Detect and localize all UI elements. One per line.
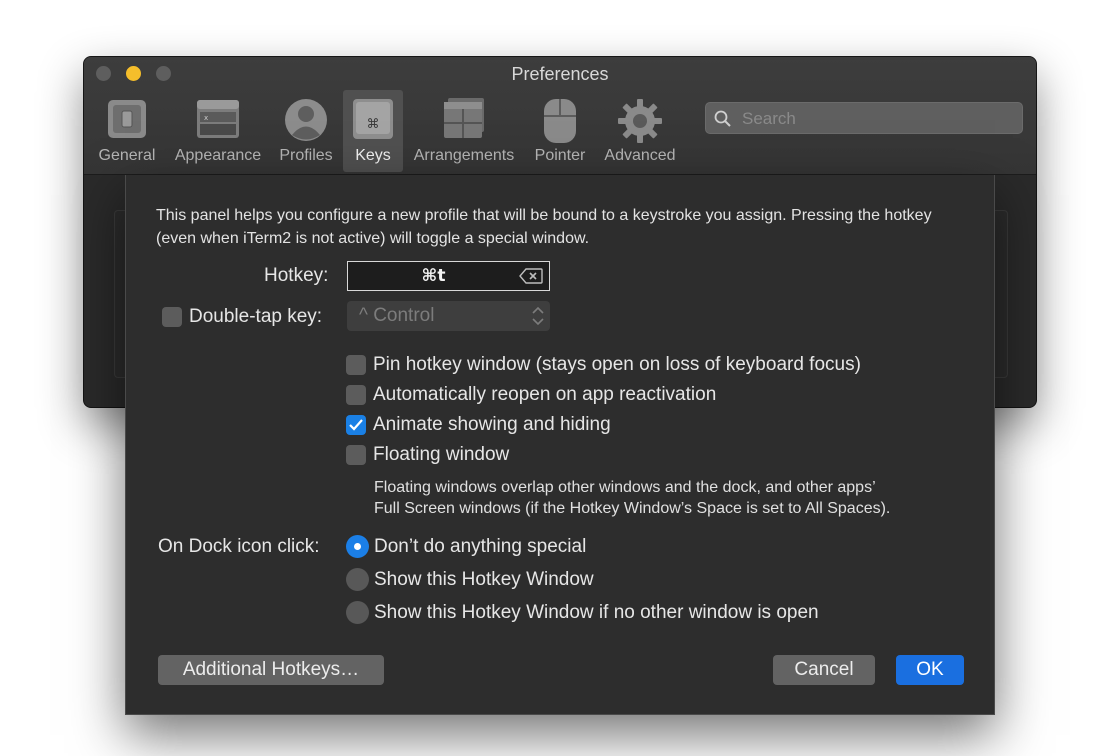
double-tap-checkbox[interactable]	[162, 307, 182, 327]
select-arrows-icon	[531, 305, 545, 332]
dock-option-show-label: Show this Hotkey Window	[374, 569, 594, 590]
sheet-intro-text: This panel helps you configure a new pro…	[156, 207, 932, 247]
tab-appearance[interactable]: x Appearance	[170, 90, 266, 172]
advanced-gear-icon	[617, 98, 663, 149]
pin-hotkey-window-checkbox[interactable]	[346, 355, 366, 375]
arrangements-windows-icon	[440, 98, 488, 147]
floating-window-label: Floating window	[373, 444, 510, 465]
window-titlebar: Preferences General x Appearance Profile…	[84, 57, 1036, 175]
appearance-window-icon: x	[196, 98, 240, 145]
dock-option-show-if-none-radio[interactable]	[346, 601, 369, 624]
tab-profiles[interactable]: Profiles	[274, 90, 338, 172]
tab-arrangements[interactable]: Arrangements	[406, 90, 522, 172]
hotkey-value: ⌘t	[421, 266, 446, 286]
tab-arrangements-label: Arrangements	[413, 147, 515, 164]
dock-option-show-if-none-label: Show this Hotkey Window if no other wind…	[374, 602, 819, 623]
tab-advanced-label: Advanced	[604, 147, 676, 164]
checkmark-icon	[349, 419, 363, 431]
tab-general-label: General	[98, 147, 156, 164]
double-tap-key-select[interactable]: ^ Control	[347, 301, 550, 331]
search-field[interactable]	[705, 102, 1023, 134]
pointer-mouse-icon	[540, 98, 580, 149]
double-tap-key-value: ^ Control	[359, 305, 435, 326]
floating-note-line2: Full Screen windows (if the Hotkey Windo…	[374, 500, 891, 517]
hotkey-recorder-field[interactable]: ⌘t	[347, 261, 550, 291]
search-icon	[714, 110, 732, 133]
double-tap-label: Double-tap key:	[189, 306, 323, 327]
animate-label: Animate showing and hiding	[373, 414, 611, 435]
dock-option-show-radio[interactable]	[346, 568, 369, 591]
search-input[interactable]	[740, 106, 1014, 132]
animate-checkbox[interactable]	[346, 415, 366, 435]
additional-hotkeys-button[interactable]: Additional Hotkeys…	[158, 655, 384, 685]
auto-reopen-label: Automatically reopen on app reactivation	[373, 384, 717, 405]
svg-text:⌘: ⌘	[367, 117, 380, 132]
ok-button[interactable]: OK	[896, 655, 964, 685]
tab-advanced[interactable]: Advanced	[596, 90, 684, 172]
clear-hotkey-icon[interactable]	[519, 268, 543, 289]
pin-hotkey-window-label: Pin hotkey window (stays open on loss of…	[373, 354, 861, 375]
profiles-person-icon	[284, 98, 328, 147]
window-title: Preferences	[511, 64, 609, 84]
dock-option-nothing-radio[interactable]	[346, 535, 369, 558]
hotkey-sheet: This panel helps you configure a new pro…	[125, 175, 995, 715]
general-switch-icon	[106, 98, 148, 145]
dock-icon-click-label: On Dock icon click:	[158, 536, 320, 557]
tab-profiles-label: Profiles	[279, 147, 333, 164]
tab-pointer-label: Pointer	[534, 147, 586, 164]
tab-pointer[interactable]: Pointer	[529, 90, 591, 172]
svg-text:x: x	[204, 114, 208, 122]
auto-reopen-checkbox[interactable]	[346, 385, 366, 405]
floating-window-checkbox[interactable]	[346, 445, 366, 465]
keys-command-key-icon: ⌘	[352, 98, 394, 145]
tab-general[interactable]: General	[93, 90, 161, 172]
hotkey-label: Hotkey:	[264, 265, 329, 286]
dock-option-nothing-label: Don’t do anything special	[374, 536, 587, 557]
floating-note-line1: Floating windows overlap other windows a…	[374, 479, 876, 496]
tab-keys-label: Keys	[355, 147, 391, 164]
tab-keys[interactable]: ⌘ Keys	[343, 90, 403, 172]
tab-appearance-label: Appearance	[174, 147, 262, 164]
floating-window-note: Floating windows overlap other windows a…	[374, 477, 974, 519]
cancel-button[interactable]: Cancel	[773, 655, 875, 685]
